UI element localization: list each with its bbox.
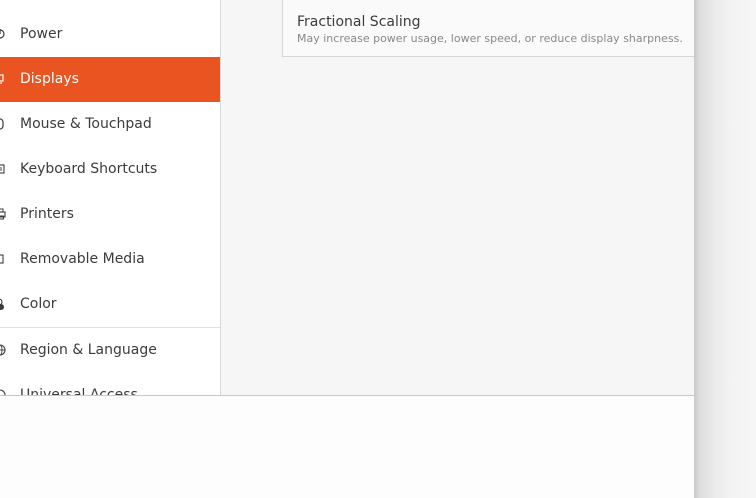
- fractional-scaling-row[interactable]: Fractional Scaling May increase power us…: [282, 0, 694, 57]
- sidebar-item-label: Color: [20, 296, 57, 312]
- sidebar-item-label: Displays: [20, 71, 79, 87]
- sidebar-item-label: Mouse & Touchpad: [20, 116, 152, 132]
- sidebar-item-removable-media[interactable]: Removable Media: [0, 237, 220, 282]
- printer-icon: [0, 208, 6, 220]
- sidebar-item-label: Power: [20, 26, 63, 42]
- sidebar-item-power[interactable]: Power: [0, 12, 220, 57]
- display-icon: [0, 74, 4, 84]
- sidebar-item-label: Removable Media: [20, 251, 145, 267]
- displays-panel: Fractional Scaling May increase power us…: [221, 0, 694, 395]
- power-icon: [0, 29, 5, 39]
- sidebar-item-printers[interactable]: Printers: [0, 192, 220, 237]
- fractional-scaling-subtitle: May increase power usage, lower speed, o…: [297, 32, 683, 45]
- sidebar-item-label: Region & Language: [20, 342, 157, 358]
- sidebar-item-label: Universal Access: [20, 387, 138, 395]
- mouse-icon: [0, 118, 4, 130]
- sidebar-item-universal-access[interactable]: Universal Access: [0, 373, 220, 395]
- desktop-background: [0, 396, 694, 498]
- window-shadow: [694, 0, 756, 498]
- sidebar-item-label: Keyboard Shortcuts: [20, 161, 158, 177]
- keyboard-icon: [0, 164, 5, 174]
- sidebar-item-color[interactable]: Color: [0, 282, 220, 327]
- sidebar-item-mouse-touchpad[interactable]: Mouse & Touchpad: [0, 102, 220, 147]
- media-icon: [0, 254, 4, 264]
- sidebar-item-label: Printers: [20, 206, 74, 222]
- settings-window: Power Displays Mouse & Touchpad Keyboard…: [0, 0, 694, 396]
- accessibility-icon: [0, 389, 6, 395]
- globe-icon: [0, 344, 6, 356]
- color-icon: [0, 298, 4, 310]
- sidebar-item-keyboard-shortcuts[interactable]: Keyboard Shortcuts: [0, 147, 220, 192]
- fractional-scaling-title: Fractional Scaling: [297, 14, 421, 30]
- settings-sidebar: Power Displays Mouse & Touchpad Keyboard…: [0, 0, 221, 395]
- sidebar-item-region-language[interactable]: Region & Language: [0, 328, 220, 373]
- sidebar-item-displays[interactable]: Displays: [0, 57, 220, 102]
